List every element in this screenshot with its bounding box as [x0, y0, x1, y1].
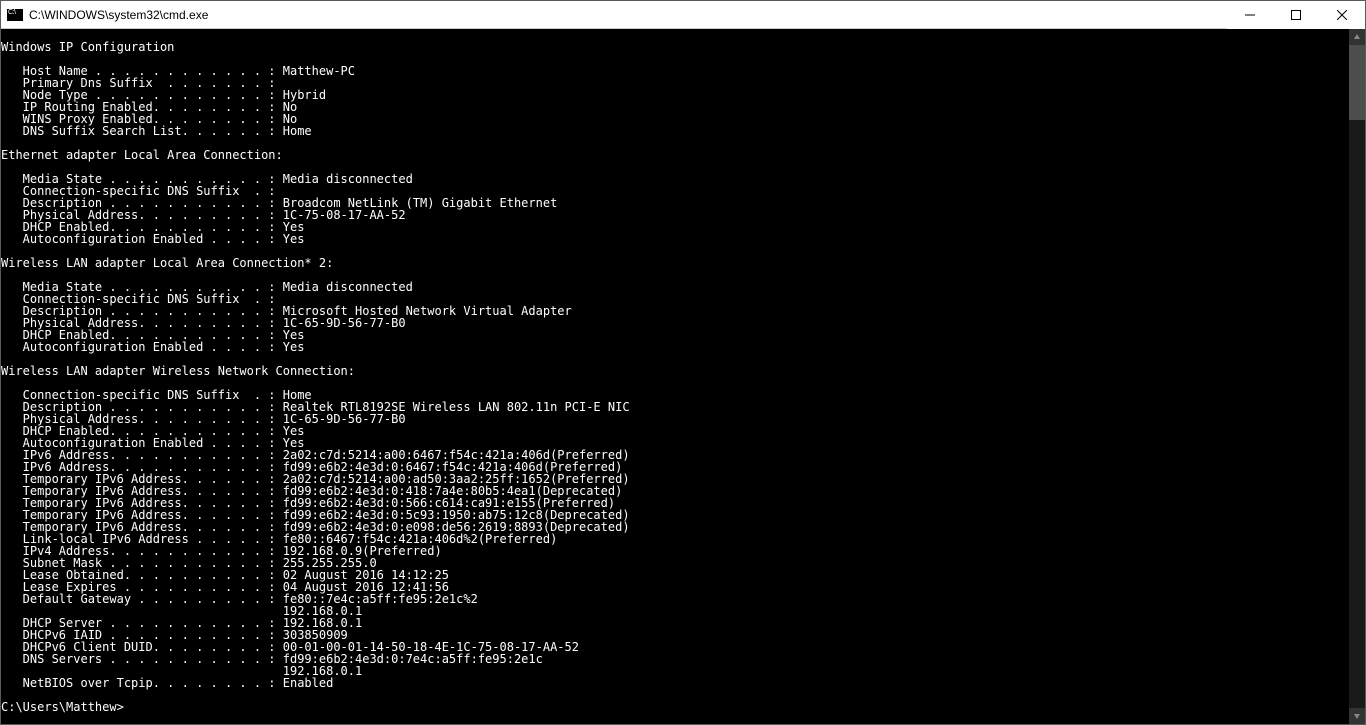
vertical-scrollbar[interactable] — [1349, 29, 1365, 724]
terminal-output[interactable]: Windows IP Configuration Host Name . . .… — [1, 29, 1349, 724]
maximize-button[interactable] — [1273, 1, 1319, 29]
minimize-button[interactable] — [1227, 1, 1273, 29]
output-line: NetBIOS over Tcpip. . . . . . . . : Enab… — [1, 676, 333, 690]
scroll-thumb[interactable] — [1349, 45, 1365, 120]
scroll-down-button[interactable] — [1349, 708, 1365, 724]
close-button[interactable] — [1319, 1, 1365, 29]
scroll-track[interactable] — [1349, 45, 1365, 708]
output-line: Autoconfiguration Enabled . . . . : Yes — [1, 232, 304, 246]
output-line: DNS Suffix Search List. . . . . . : Home — [1, 124, 312, 138]
scroll-up-button[interactable] — [1349, 29, 1365, 45]
terminal-client-area: Windows IP Configuration Host Name . . .… — [1, 29, 1365, 724]
cmd-icon — [7, 9, 23, 21]
output-line: Windows IP Configuration — [1, 40, 174, 54]
output-line: Wireless LAN adapter Wireless Network Co… — [1, 364, 355, 378]
output-line: Wireless LAN adapter Local Area Connecti… — [1, 256, 333, 270]
command-prompt-window: C:\WINDOWS\system32\cmd.exe Windows IP C… — [0, 0, 1366, 725]
window-title: C:\WINDOWS\system32\cmd.exe — [29, 8, 1227, 22]
output-line: Autoconfiguration Enabled . . . . : Yes — [1, 340, 304, 354]
prompt-line: C:\Users\Matthew> — [1, 700, 124, 714]
window-controls — [1227, 1, 1365, 29]
titlebar[interactable]: C:\WINDOWS\system32\cmd.exe — [1, 1, 1365, 29]
output-line: Ethernet adapter Local Area Connection: — [1, 148, 283, 162]
